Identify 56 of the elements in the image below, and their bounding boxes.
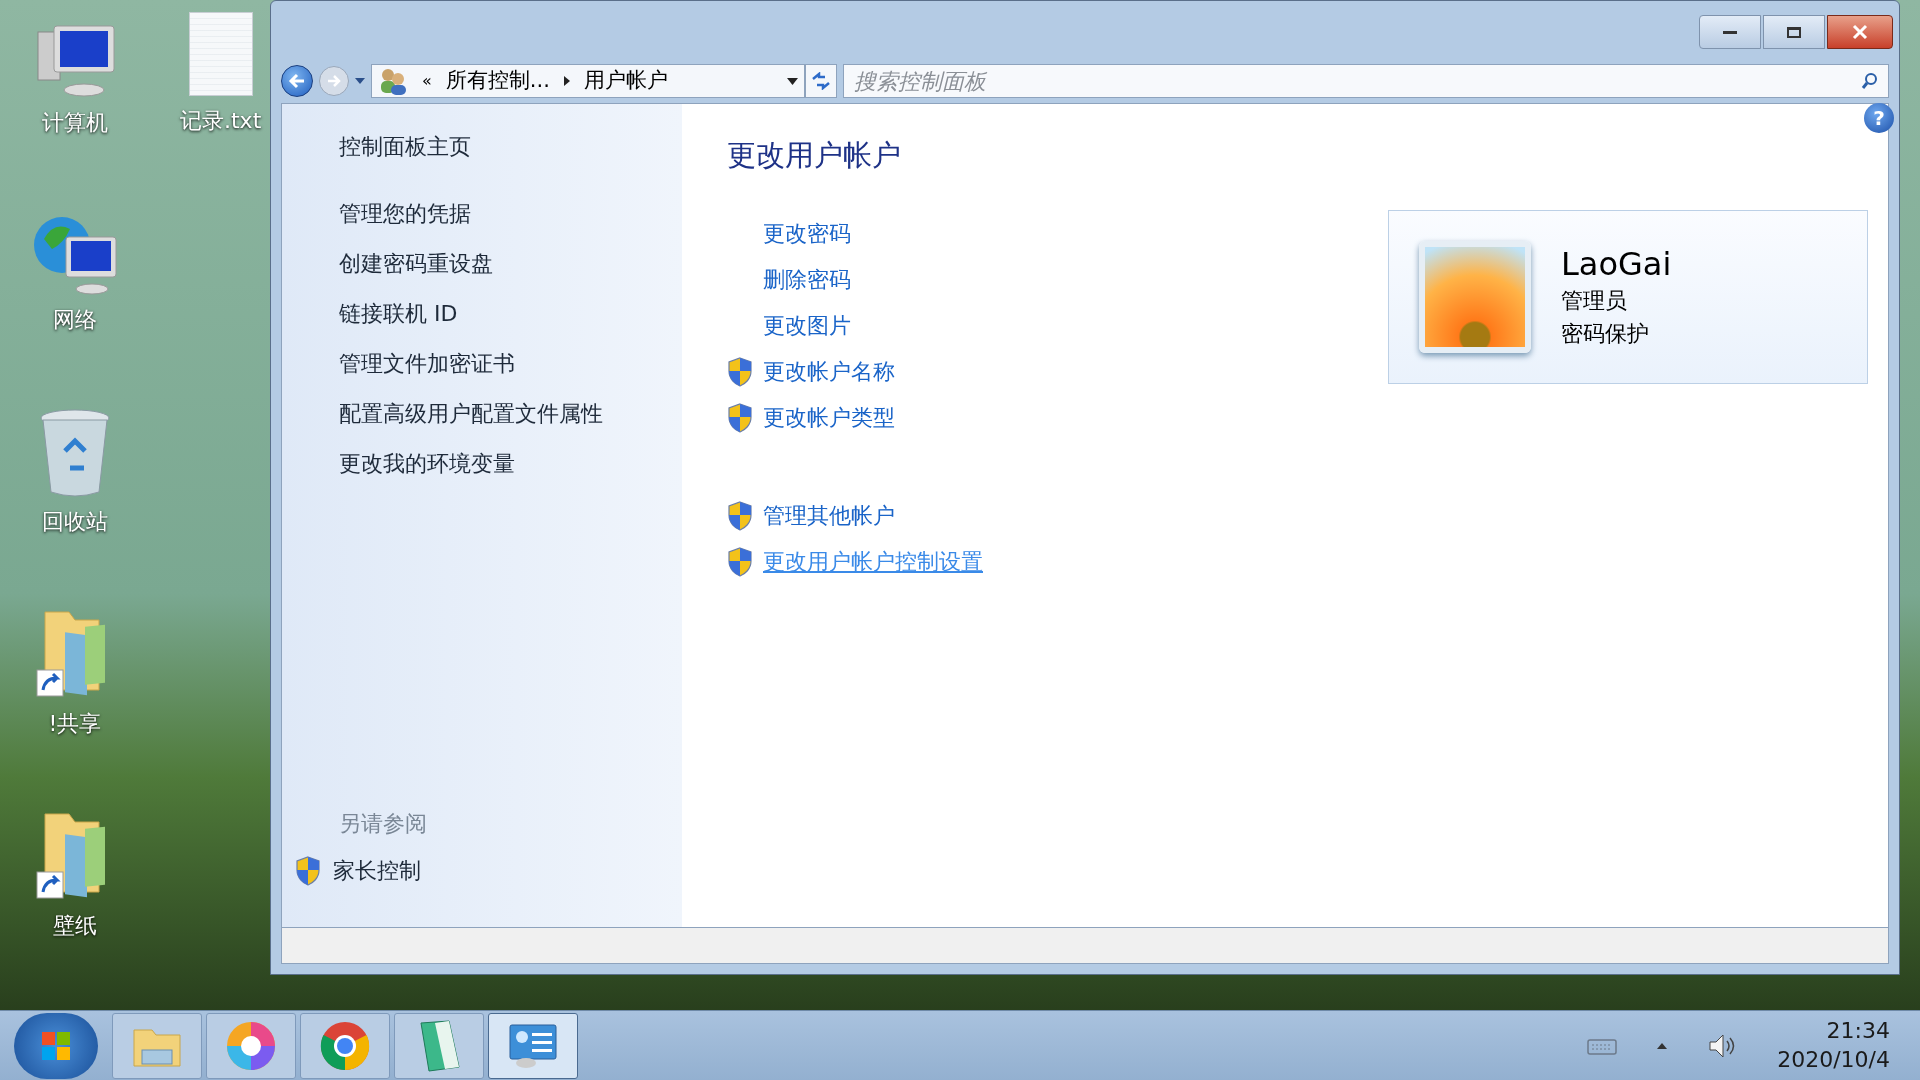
sidebar-link[interactable]: 家长控制 xyxy=(333,854,421,887)
sidebar-link[interactable]: 创建密码重设盘 xyxy=(339,247,682,280)
sidebar-link[interactable]: 配置高级用户配置文件属性 xyxy=(339,397,682,430)
dropdown-caret-icon[interactable] xyxy=(787,77,798,85)
maximize-icon xyxy=(1787,26,1801,38)
shield-icon xyxy=(295,855,321,886)
taskbar-button[interactable] xyxy=(488,1012,578,1079)
browser-icon xyxy=(319,1019,371,1072)
sidebar-link[interactable]: 链接联机 ID xyxy=(339,297,682,330)
desktop-icon-label[interactable]: 壁纸 xyxy=(53,909,97,942)
shield-icon xyxy=(727,546,753,577)
clock[interactable]: 21:34 2020/10/4 xyxy=(1777,1016,1890,1075)
sidebar-link[interactable]: 更改我的环境变量 xyxy=(339,447,682,480)
address-bar[interactable]: « 所有控制... 用户帐户 xyxy=(371,64,805,98)
sidebar-link[interactable]: 管理文件加密证书 xyxy=(339,347,682,380)
desktop-icon-label[interactable]: !共享 xyxy=(48,707,102,740)
sidebar-link[interactable]: 管理您的凭据 xyxy=(339,197,682,230)
account-status: 密码保护 xyxy=(1561,320,1650,348)
refresh-button[interactable] xyxy=(805,64,837,98)
text-file-icon xyxy=(188,12,253,96)
search-icon[interactable] xyxy=(1861,72,1879,90)
task-link[interactable]: 管理其他帐户 xyxy=(763,499,895,532)
account-name: LaoGai xyxy=(1561,244,1672,284)
task-link[interactable]: 更改密码 xyxy=(763,217,851,250)
breadcrumb-item[interactable]: 用户帐户 xyxy=(583,65,668,97)
taskbar-button[interactable] xyxy=(206,1012,296,1079)
task-link[interactable]: 更改帐户名称 xyxy=(763,355,895,388)
taskbar-button[interactable] xyxy=(394,1012,484,1079)
forward-arrow-icon xyxy=(326,74,342,88)
see-also-heading: 另请参阅 xyxy=(339,810,428,838)
task-link[interactable]: 更改用户帐户控制设置 xyxy=(763,545,983,578)
windows-logo-icon xyxy=(41,1030,71,1061)
shield-icon xyxy=(727,402,753,433)
task-link[interactable]: 更改图片 xyxy=(763,309,851,342)
account-type: 管理员 xyxy=(1561,287,1628,315)
maximize-button[interactable] xyxy=(1763,15,1825,49)
minimize-icon xyxy=(1723,30,1737,34)
users-icon xyxy=(378,67,408,95)
breadcrumb-item[interactable]: 所有控制... xyxy=(445,65,550,97)
task-link[interactable]: 删除密码 xyxy=(763,263,851,296)
search-field[interactable]: 搜索控制面板 xyxy=(843,64,1889,98)
close-icon xyxy=(1852,24,1868,40)
refresh-icon xyxy=(811,72,831,90)
breadcrumb-overflow[interactable]: « xyxy=(422,69,432,93)
back-button[interactable] xyxy=(281,65,313,97)
chevron-right-icon[interactable] xyxy=(563,76,570,86)
close-button[interactable] xyxy=(1827,15,1893,49)
control-panel-home-link[interactable]: 控制面板主页 xyxy=(339,130,682,163)
back-arrow-icon xyxy=(288,73,306,89)
shield-icon xyxy=(727,500,753,531)
task-link[interactable]: 更改帐户类型 xyxy=(763,401,895,434)
shield-icon xyxy=(727,356,753,387)
history-dropdown-icon[interactable] xyxy=(355,78,365,84)
show-hidden-icons-caret[interactable] xyxy=(1657,1042,1668,1049)
taskbar-button[interactable] xyxy=(300,1012,390,1079)
page-title: 更改用户帐户 xyxy=(727,137,902,174)
